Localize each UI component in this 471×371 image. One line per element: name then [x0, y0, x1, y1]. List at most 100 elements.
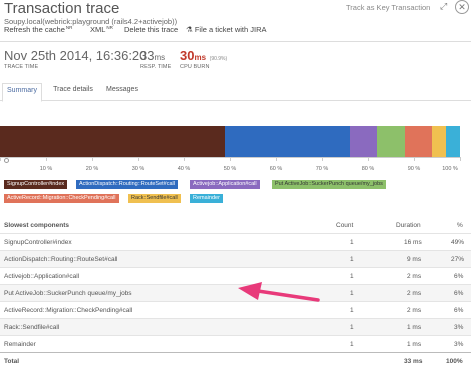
tab-summary[interactable]: Summary [2, 83, 42, 102]
resp-time-unit: ms [154, 53, 166, 62]
tab-messages[interactable]: Messages [102, 83, 142, 101]
file-ticket-button[interactable]: ⚗ File a ticket with JIRA [186, 25, 267, 34]
table-row: ActionDispatch::Routing::RouteSet#call 1… [0, 250, 471, 267]
resp-time-number: 33 [140, 48, 155, 63]
refresh-cache-label: Refresh the cache [4, 25, 65, 34]
cell-total-duration: 33 ms [404, 358, 423, 365]
legend-label: Rack::Sendfile#call [131, 195, 178, 201]
resp-time-label: RESP. TIME [140, 64, 172, 70]
bar-segment [225, 126, 350, 157]
axis-tick [230, 157, 231, 161]
table-row: Put ActiveJob::SuckerPunch queue/my_jobs… [0, 284, 471, 301]
legend-item: Activejob::Application#call [190, 180, 260, 189]
file-ticket-label: File a ticket with JIRA [194, 25, 267, 34]
cell-count: 1 [350, 256, 354, 263]
xml-button[interactable]: XMLNR [90, 25, 113, 34]
axis-tick-label: 40 % [177, 166, 191, 172]
bar-segment [404, 126, 433, 157]
axis-tick [46, 157, 47, 161]
refresh-cache-button[interactable]: Refresh the cacheNR [4, 25, 72, 34]
cpu-burn-value: 30ms (90.9%) [180, 48, 227, 63]
header-duration: Duration [396, 222, 421, 229]
trace-stats: Nov 25th 2014, 16:36:20 TRACE TIME 33ms … [0, 48, 471, 78]
header-percent: % [457, 222, 463, 229]
cell-total-label: Total [4, 358, 20, 365]
table-total-row: Total 33 ms 100% [0, 352, 471, 369]
trace-tabs: Summary Trace details Messages [0, 83, 471, 102]
axis-tick-label: 100 % [442, 166, 458, 172]
cell-percent: 6% [454, 290, 464, 297]
expand-icon[interactable]: ⤢ [440, 1, 447, 12]
table-row: ActiveRecord::Migration::CheckPending#ca… [0, 301, 471, 318]
cpu-burn-percent: (90.9%) [209, 56, 228, 62]
cell-duration: 2 ms [407, 307, 422, 314]
legend-label: Activejob::Application#call [193, 181, 257, 187]
flask-icon: ⚗ [186, 25, 193, 34]
cell-duration: 9 ms [407, 256, 422, 263]
cell-component: Rack::Sendfile#call [4, 324, 60, 331]
cell-percent: 6% [454, 273, 464, 280]
cell-count: 1 [350, 239, 354, 246]
table-row: Rack::Sendfile#call 1 1 ms 3% [0, 318, 471, 335]
bar-segment [349, 126, 378, 157]
cell-total-percent: 100% [446, 358, 463, 365]
legend-label: SignupController#index [7, 181, 65, 187]
axis-tick-label: 70 % [315, 166, 329, 172]
stacked-breakdown-bar [0, 126, 460, 157]
axis-tick [0, 157, 1, 161]
axis-tick-label: 80 % [361, 166, 375, 172]
percent-axis: 10 % 20 % 30 % 40 % 50 % 60 % 70 % 80 % 90 % 100 … [0, 157, 461, 177]
cell-percent: 27% [451, 256, 465, 263]
legend-label: ActionDispatch::Routing::RouteSet#call [79, 181, 175, 187]
legend-label: ActiveRecord::Migration::CheckPending#ca… [7, 195, 116, 201]
cell-component: ActionDispatch::Routing::RouteSet#call [4, 256, 118, 263]
cell-duration: 16 ms [404, 239, 422, 246]
tab-trace-details[interactable]: Trace details [48, 83, 98, 101]
trace-time-label: TRACE TIME [4, 64, 39, 70]
trace-time-value: Nov 25th 2014, 16:36:20 [4, 48, 147, 63]
cpu-burn-number: 30 [180, 48, 195, 63]
axis-tick-label: 60 % [269, 166, 283, 172]
legend-item: Rack::Sendfile#call [128, 194, 181, 203]
header-count: Count [336, 222, 354, 229]
bar-segment [432, 126, 447, 157]
cell-component: ActiveRecord::Migration::CheckPending#ca… [4, 307, 133, 314]
axis-tick [184, 157, 185, 161]
axis-tick [368, 157, 369, 161]
cpu-burn-unit: ms [194, 53, 207, 62]
legend-label: Put ActiveJob::SuckerPunch queue/my_jobs [275, 181, 383, 187]
axis-tick-label: 50 % [223, 166, 237, 172]
table-row: SignupController#index 1 16 ms 49% [0, 233, 471, 250]
delete-trace-button[interactable]: Delete this trace [124, 25, 178, 34]
refresh-badge: NR [65, 25, 73, 30]
cell-duration: 1 ms [407, 324, 422, 331]
axis-tick [414, 157, 415, 161]
legend-item: ActiveRecord::Migration::CheckPending#ca… [4, 194, 119, 203]
table-row: Remainder 1 1 ms 3% [0, 335, 471, 352]
track-key-transaction-link[interactable]: Track as Key Transaction [346, 3, 430, 12]
cell-percent: 49% [451, 239, 465, 246]
cell-count: 1 [350, 290, 354, 297]
xml-label: XML [90, 25, 106, 34]
cell-component: Activejob::Application#call [4, 273, 80, 280]
axis-tick-label: 20 % [85, 166, 99, 172]
close-icon[interactable]: ✕ [455, 0, 469, 14]
cpu-burn-label: CPU BURN [180, 64, 210, 70]
legend-item: Put ActiveJob::SuckerPunch queue/my_jobs [272, 180, 386, 189]
legend-item: SignupController#index [4, 180, 68, 189]
cell-component: SignupController#index [4, 239, 72, 246]
xml-badge: NR [106, 25, 113, 30]
chart-legend: SignupController#index ActionDispatch::R… [4, 180, 464, 206]
axis-tick [322, 157, 323, 161]
legend-item: Remainder [190, 194, 223, 203]
cell-component: Remainder [4, 341, 36, 348]
cell-count: 1 [350, 273, 354, 280]
cell-duration: 1 ms [407, 341, 422, 348]
axis-tick-label: 30 % [131, 166, 145, 172]
legend-label: Remainder [193, 195, 220, 201]
cell-percent: 3% [454, 324, 464, 331]
cell-percent: 6% [454, 307, 464, 314]
cell-count: 1 [350, 307, 354, 314]
table-header: Slowest components Count Duration % [0, 219, 471, 233]
divider [0, 41, 471, 42]
